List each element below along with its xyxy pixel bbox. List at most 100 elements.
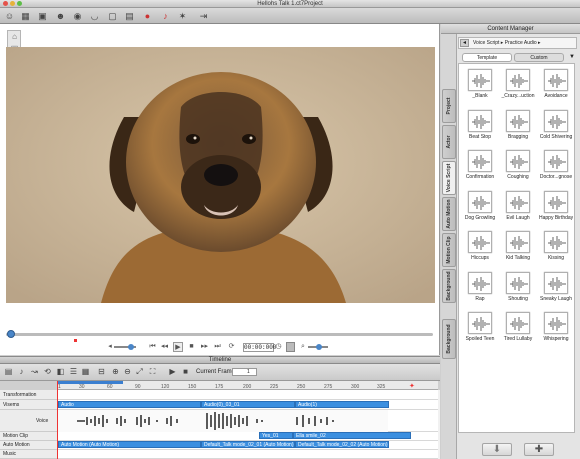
playback-range-bar[interactable] bbox=[57, 381, 123, 384]
seek-knob[interactable] bbox=[7, 330, 15, 338]
template-item[interactable]: Confirmation bbox=[463, 148, 497, 184]
record-icon[interactable]: ● bbox=[142, 11, 153, 21]
expand-icon[interactable]: ⛶ bbox=[147, 367, 158, 377]
lane-visems[interactable]: Audio Audio(0)_03_01 Audio(1) bbox=[57, 400, 438, 410]
lane-auto-motion[interactable]: Auto Motion (Auto Motion) Default_Talk m… bbox=[57, 441, 438, 450]
minimize-icon[interactable] bbox=[10, 1, 15, 6]
tab-project[interactable]: Project bbox=[442, 89, 456, 123]
timeline-play-icon[interactable]: ▶ bbox=[167, 367, 178, 377]
motion-track-icon[interactable]: ↝ bbox=[29, 367, 40, 377]
template-item[interactable]: Happy Birthday bbox=[539, 189, 573, 225]
template-item[interactable]: Doctor...gnose bbox=[539, 148, 573, 184]
back-arrow-icon[interactable]: ◂ bbox=[460, 39, 469, 47]
grid-view-icon[interactable]: ▦ bbox=[80, 367, 91, 377]
mouth-icon[interactable]: ◡ bbox=[89, 11, 100, 21]
tab-background[interactable]: Background bbox=[442, 269, 456, 303]
download-icon[interactable]: ⬇ bbox=[482, 443, 512, 456]
template-item[interactable]: _Crazy...uction bbox=[501, 67, 535, 103]
timeline-stop-icon[interactable]: ■ bbox=[180, 367, 191, 377]
portrait-icon[interactable]: ▢ bbox=[107, 11, 118, 21]
end-marker-icon[interactable]: ✦ bbox=[409, 382, 415, 390]
template-item[interactable]: Hiccups bbox=[463, 229, 497, 265]
template-item[interactable]: Beat Stop bbox=[463, 108, 497, 144]
close-icon[interactable] bbox=[3, 1, 8, 6]
music-icon[interactable]: ♪ bbox=[16, 367, 27, 377]
template-item[interactable]: Sneaky Laugh bbox=[539, 270, 573, 306]
template-item[interactable]: Avoidance bbox=[539, 67, 573, 103]
template-item[interactable]: Dog Growling bbox=[463, 189, 497, 225]
loop-icon[interactable]: ⟳ bbox=[227, 342, 236, 352]
template-item[interactable]: _Blank bbox=[463, 67, 497, 103]
fit-timeline-icon[interactable]: ⤢ bbox=[134, 367, 145, 377]
current-frame-input[interactable]: 1 bbox=[232, 368, 257, 376]
eye-icon[interactable]: ◉ bbox=[72, 11, 83, 21]
auto-motion-clip[interactable]: Default_Talk mode_02_01 (Auto Motion) bbox=[201, 441, 295, 448]
lane-transformation[interactable] bbox=[57, 390, 438, 400]
template-item[interactable]: Spoiled Teen bbox=[463, 310, 497, 346]
visems-clip[interactable]: Audio(0)_03_01 bbox=[201, 401, 295, 408]
audio-icon[interactable]: ♪ bbox=[160, 11, 171, 21]
lane-motion-clip[interactable]: Yes_01 Ella smile_02 bbox=[57, 432, 438, 441]
track-label-visems[interactable]: Visems bbox=[0, 400, 57, 410]
skip-start-icon[interactable]: ⏮ bbox=[148, 342, 157, 352]
motion-clip[interactable]: Ella smile_02 bbox=[293, 432, 411, 439]
motion-clip[interactable]: Yes_01 bbox=[259, 432, 293, 439]
marker-icon[interactable]: ⊟ bbox=[96, 367, 107, 377]
stop-icon[interactable]: ■ bbox=[187, 342, 196, 352]
template-item[interactable]: Tired Lullaby bbox=[501, 310, 535, 346]
face-icon[interactable]: ☻ bbox=[55, 11, 66, 21]
lane-music[interactable] bbox=[57, 450, 438, 459]
tab-voice-script[interactable]: Voice Script bbox=[442, 161, 456, 195]
sync-icon[interactable]: ⟲ bbox=[42, 367, 53, 377]
template-item[interactable]: Bragging bbox=[501, 108, 535, 144]
timeline-playhead[interactable] bbox=[57, 381, 58, 459]
track-icon[interactable]: ▤ bbox=[3, 367, 14, 377]
template-item[interactable]: Evil Laugh bbox=[501, 189, 535, 225]
play-button[interactable]: ▶ bbox=[173, 342, 183, 352]
track-label-motion-clip[interactable]: Motion Clip bbox=[0, 432, 57, 441]
tab-actor[interactable]: Actor bbox=[442, 125, 456, 159]
tab-motion-clip[interactable]: Motion Clip bbox=[442, 233, 456, 267]
image-icon[interactable]: ▣ bbox=[37, 11, 48, 21]
motion-icon[interactable]: ✶ bbox=[177, 11, 188, 21]
template-item[interactable]: Whispering bbox=[539, 310, 573, 346]
zoom-icon[interactable] bbox=[17, 1, 22, 6]
stage-zoom-knob[interactable] bbox=[316, 344, 322, 350]
auto-motion-clip[interactable]: Default_Talk mode_02_02 (Auto Motion) bbox=[295, 441, 389, 448]
playback-seek-track[interactable] bbox=[6, 333, 433, 336]
picture-icon[interactable]: ▤ bbox=[124, 11, 135, 21]
track-label-music[interactable]: Music bbox=[0, 450, 57, 459]
window-controls[interactable] bbox=[3, 1, 22, 6]
track-label-voice[interactable]: Voice bbox=[0, 410, 57, 432]
next-frame-icon[interactable]: ▸▸ bbox=[200, 342, 209, 352]
timeline-ruler[interactable]: 1 30 60 90 120 150 175 200 225 250 275 3… bbox=[57, 381, 438, 390]
template-item[interactable]: Shouting bbox=[501, 270, 535, 306]
skip-end-icon[interactable]: ⏭ bbox=[213, 342, 222, 352]
add-icon[interactable]: ✚ bbox=[524, 443, 554, 456]
tab-custom[interactable]: Custom bbox=[514, 53, 564, 62]
export-icon[interactable]: ⇥ bbox=[198, 11, 209, 21]
list-view-icon[interactable]: ☰ bbox=[68, 367, 79, 377]
volume-knob[interactable] bbox=[128, 344, 134, 350]
breadcrumb[interactable]: Voice Script ▸ Practice Audio ▸ bbox=[458, 37, 577, 49]
prev-frame-icon[interactable]: ◂◂ bbox=[160, 342, 169, 352]
auto-motion-clip[interactable]: Auto Motion (Auto Motion) bbox=[58, 441, 201, 448]
filter-icon[interactable]: ▼ bbox=[568, 53, 576, 62]
lane-voice[interactable] bbox=[57, 410, 438, 432]
track-label-transformation[interactable]: Transformation bbox=[0, 390, 57, 400]
zoom-in-icon[interactable]: ⊕ bbox=[110, 367, 121, 377]
tab-background-2[interactable]: Background bbox=[442, 319, 456, 359]
clip-icon[interactable]: ◧ bbox=[55, 367, 66, 377]
template-item[interactable]: Cold Shivering bbox=[539, 108, 573, 144]
mark-icon[interactable] bbox=[286, 342, 295, 352]
track-label-auto-motion[interactable]: Auto Motion bbox=[0, 441, 57, 450]
template-item[interactable]: Kissing bbox=[539, 229, 573, 265]
actor-icon[interactable]: ☺ bbox=[4, 11, 15, 21]
scene-icon[interactable]: ▦ bbox=[20, 11, 31, 21]
template-item[interactable]: Coughing bbox=[501, 148, 535, 184]
clock-icon[interactable]: ◷ bbox=[275, 342, 282, 352]
tab-template[interactable]: Template bbox=[462, 53, 512, 62]
visems-clip[interactable]: Audio bbox=[58, 401, 201, 408]
visems-clip[interactable]: Audio(1) bbox=[295, 401, 389, 408]
zoom-out-icon[interactable]: ⌕ bbox=[300, 342, 306, 352]
